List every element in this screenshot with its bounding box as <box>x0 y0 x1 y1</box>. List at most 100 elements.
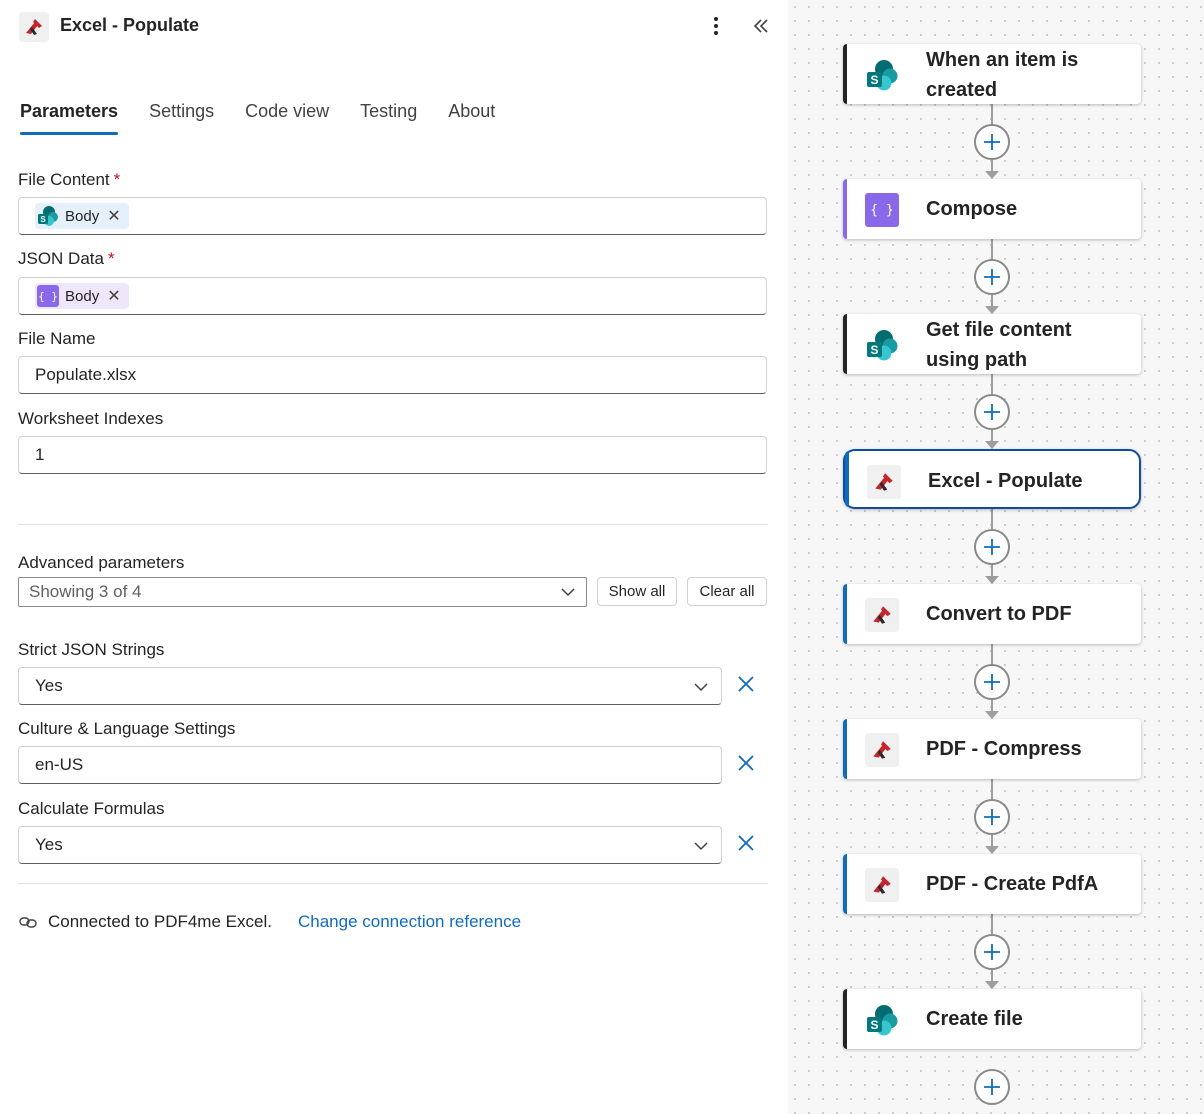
svg-text:S: S <box>40 215 46 224</box>
compose-icon: { } <box>865 193 899 227</box>
strict-json-dropdown[interactable]: Yes <box>18 667 722 705</box>
plus-icon <box>984 944 1000 960</box>
flow-step-card[interactable]: PDF - Create PdfA <box>843 854 1141 914</box>
pdf4me-icon <box>865 598 899 632</box>
step-title-line: using path <box>926 349 1028 371</box>
sharepoint-icon: S <box>865 328 899 362</box>
flow-step-card[interactable]: PDF - Compress <box>843 719 1141 779</box>
plus-icon <box>984 539 1000 555</box>
step-accent-bar <box>843 44 847 104</box>
required-marker: * <box>107 249 115 268</box>
action-details-panel: Excel - Populate Parameters Settings Cod… <box>0 0 788 1114</box>
pdf4me-icon <box>19 12 49 42</box>
add-step-button[interactable] <box>974 799 1010 835</box>
remove-parameter-icon[interactable] <box>734 831 758 855</box>
change-connection-link[interactable]: Change connection reference <box>298 912 521 932</box>
add-step-button[interactable] <box>974 529 1010 565</box>
add-step-button[interactable] <box>974 394 1010 430</box>
body-token-label: Body <box>65 207 100 225</box>
culture-label: Culture & Language Settings <box>18 719 236 738</box>
add-step-button[interactable] <box>974 124 1010 160</box>
required-marker: * <box>113 170 121 189</box>
step-title-line: Create file <box>926 1008 1023 1030</box>
step-title-line: Excel - Populate <box>928 470 1083 492</box>
tab-about[interactable]: About <box>448 98 495 138</box>
flow-step-card[interactable]: Convert to PDF <box>843 584 1141 644</box>
flow-step-card[interactable]: Excel - Populate <box>843 449 1141 509</box>
tab-parameters[interactable]: Parameters <box>20 98 119 138</box>
tab-testing[interactable]: Testing <box>360 98 417 138</box>
file-content-label: File Content * <box>18 170 120 190</box>
svg-text:S: S <box>870 1018 878 1032</box>
body-token[interactable]: S Body ✕ <box>35 203 129 229</box>
step-title: Excel - Populate <box>928 466 1083 496</box>
divider <box>18 883 768 884</box>
tab-settings[interactable]: Settings <box>149 98 214 138</box>
clear-all-button[interactable]: Clear all <box>687 577 767 606</box>
strict-json-value: Yes <box>35 676 63 695</box>
collapse-panel-icon[interactable] <box>748 12 774 40</box>
sharepoint-icon: S <box>865 1003 899 1037</box>
step-title: Create file <box>926 1004 1023 1034</box>
tab-code-view[interactable]: Code view <box>245 98 329 138</box>
connector-arrow <box>985 576 999 584</box>
step-accent-bar <box>845 451 849 507</box>
flow-step-card[interactable]: S Create file <box>843 989 1141 1049</box>
culture-value: en-US <box>35 755 84 774</box>
flow-step-card[interactable]: S When an item is created <box>843 44 1141 104</box>
remove-token-icon[interactable]: ✕ <box>107 286 120 306</box>
file-content-field[interactable]: S Body ✕ <box>18 197 767 235</box>
add-step-button[interactable] <box>974 934 1010 970</box>
plus-icon <box>984 809 1000 825</box>
step-accent-bar <box>843 179 847 239</box>
remove-token-icon[interactable]: ✕ <box>107 206 120 226</box>
add-step-button[interactable] <box>974 1069 1010 1105</box>
add-step-button[interactable] <box>974 664 1010 700</box>
add-step-button[interactable] <box>974 259 1010 295</box>
plus-icon <box>984 404 1000 420</box>
step-accent-bar <box>843 719 847 779</box>
step-title: PDF - Create PdfA <box>926 869 1098 899</box>
pdf4me-icon <box>865 733 899 767</box>
chevron-down-icon <box>694 842 708 851</box>
panel-title: Excel - Populate <box>60 15 200 35</box>
flow-step-card[interactable]: { } Compose <box>843 179 1141 239</box>
file-content-label-text: File Content <box>18 170 110 189</box>
step-title-line: When an item is <box>926 49 1079 71</box>
calculate-formulas-label: Calculate Formulas <box>18 799 165 818</box>
step-title-line: Compose <box>926 198 1018 220</box>
body-token[interactable]: { } Body ✕ <box>35 283 129 309</box>
connector-arrow <box>985 441 999 449</box>
step-title-line: Get file content <box>926 319 1072 341</box>
connection-text: Connected to PDF4me Excel. <box>48 912 272 931</box>
worksheet-indexes-input[interactable]: 1 <box>18 436 767 474</box>
show-all-button[interactable]: Show all <box>597 577 677 606</box>
remove-parameter-icon[interactable] <box>734 751 758 775</box>
calculate-formulas-dropdown[interactable]: Yes <box>18 826 722 864</box>
more-options-icon[interactable] <box>705 12 727 40</box>
step-title-line: PDF - Compress <box>926 738 1082 760</box>
remove-parameter-icon[interactable] <box>734 672 758 696</box>
culture-input[interactable]: en-US <box>18 746 722 784</box>
step-title: Get file content using path <box>926 315 1072 375</box>
connector-arrow <box>985 171 999 179</box>
advanced-parameters-value: Showing 3 of 4 <box>29 582 142 601</box>
step-title: Compose <box>926 194 1017 224</box>
plus-icon <box>984 674 1000 690</box>
panel-tabs: Parameters Settings Code view Testing Ab… <box>20 98 526 138</box>
file-name-input[interactable]: Populate.xlsx <box>18 356 767 394</box>
step-accent-bar <box>843 314 847 374</box>
connector-arrow <box>985 846 999 854</box>
step-title: PDF - Compress <box>926 734 1082 764</box>
connector-arrow <box>985 981 999 989</box>
step-title: When an item is created <box>926 45 1078 105</box>
json-data-field[interactable]: { } Body ✕ <box>18 277 767 315</box>
flow-step-card[interactable]: S Get file content using path <box>843 314 1141 374</box>
sharepoint-icon: S <box>865 58 899 92</box>
advanced-parameters-select[interactable]: Showing 3 of 4 <box>18 577 587 607</box>
compose-icon: { } <box>37 285 59 307</box>
connector-arrow <box>985 306 999 314</box>
strict-json-label: Strict JSON Strings <box>18 640 165 659</box>
link-icon <box>19 917 37 928</box>
advanced-parameters-label: Advanced parameters <box>18 553 185 572</box>
